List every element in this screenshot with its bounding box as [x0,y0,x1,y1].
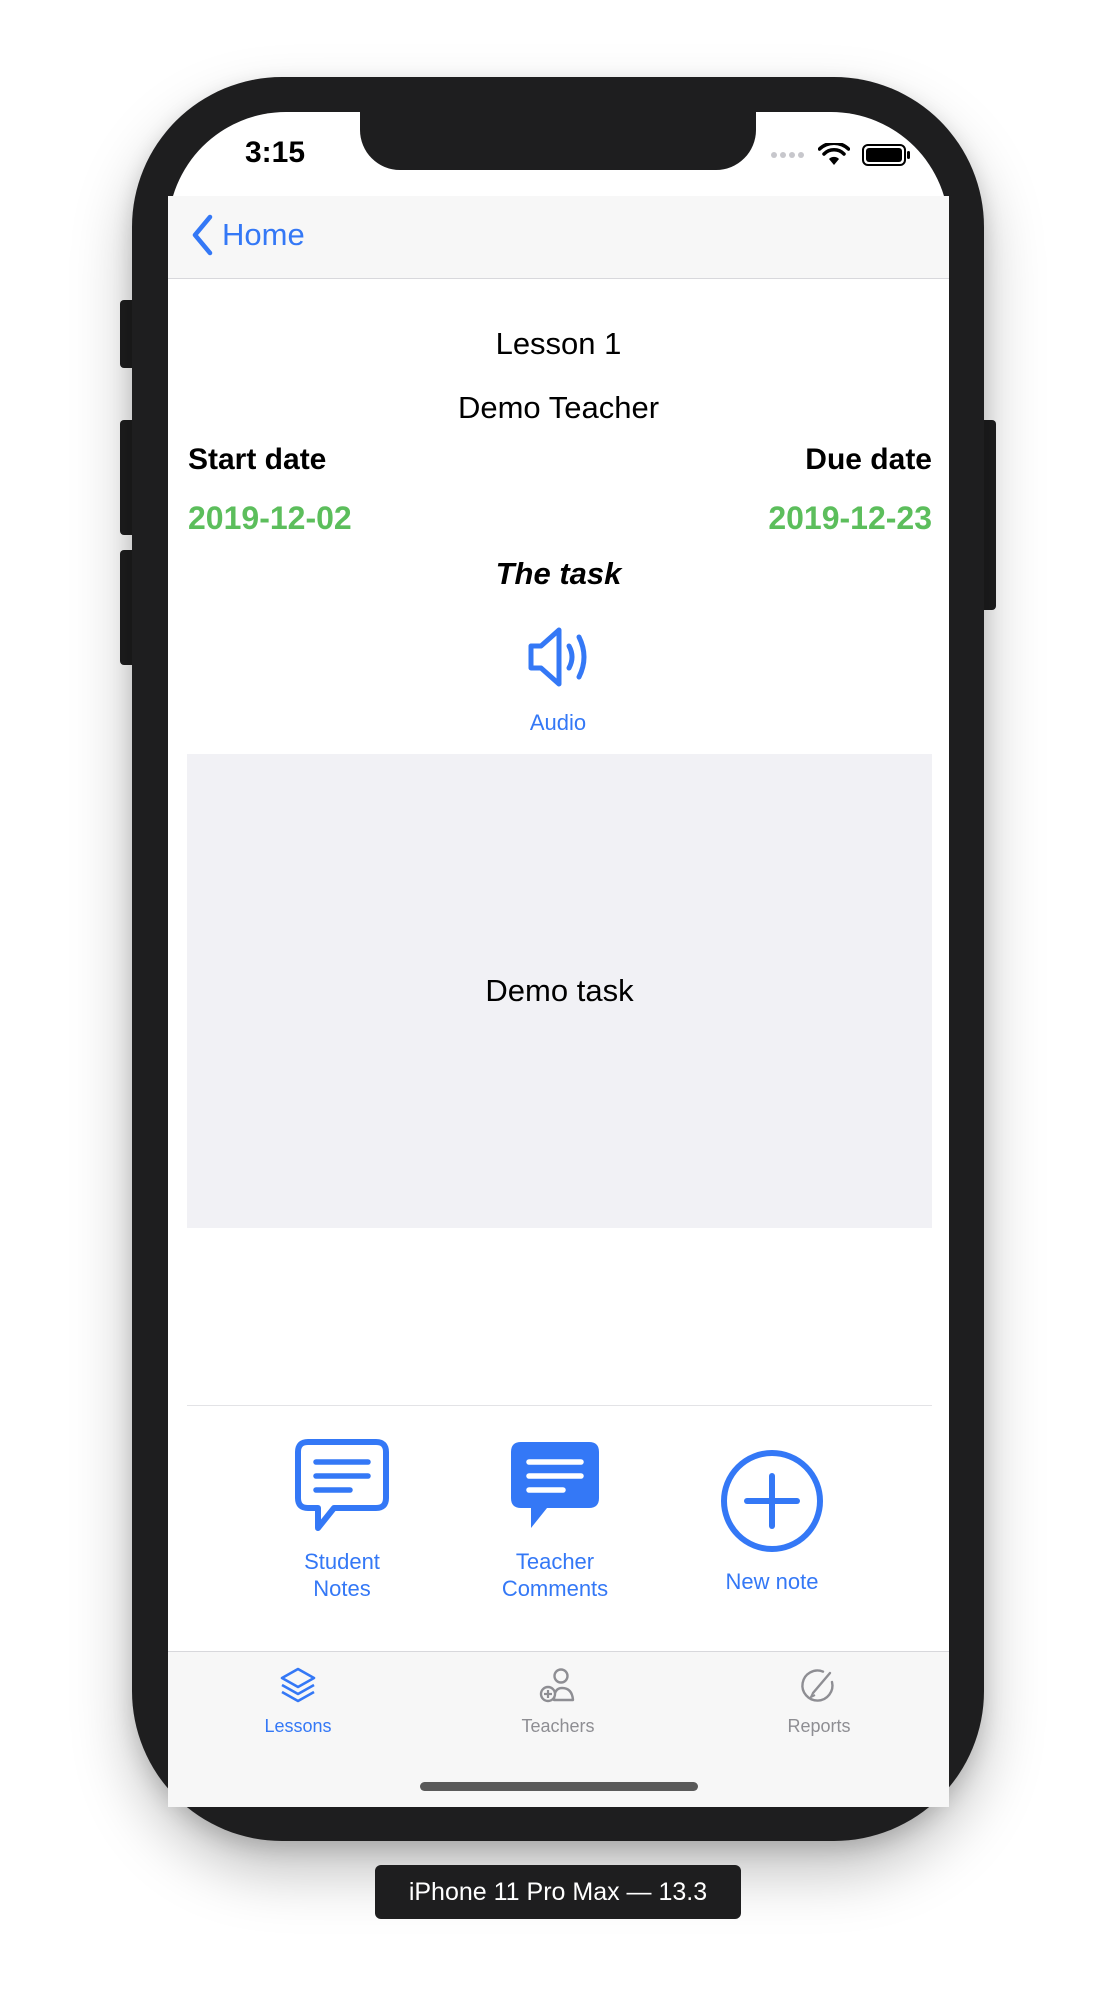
teacher-name: Demo Teacher [457,390,660,425]
reports-pen-circle-icon [801,1669,834,1702]
teacher-comments-label: Teacher Comments [501,1549,609,1601]
device-notch [360,112,756,170]
lesson-title: Lesson 1 [495,326,622,361]
simulator-stage: 3:15 Home Lesson 1 Demo Teacher Start da… [0,0,1116,1990]
new-note-label: New note [725,1569,819,1594]
status-icons [770,140,912,170]
person-add-icon [539,1668,575,1703]
actions-divider [187,1405,932,1406]
due-date-label: Due date [805,443,932,476]
task-content-box: Demo task [187,754,932,1228]
speech-bubble-outline-icon [295,1439,389,1531]
task-text: Demo task [485,973,634,1008]
chevron-left-icon [192,214,213,256]
speaker-icon [528,627,587,687]
teacher-comments-button[interactable]: Teacher Comments [480,1438,630,1602]
device-caption: iPhone 11 Pro Max — 13.3 [375,1865,741,1919]
tab-reports-label: Reports [787,1716,851,1736]
layers-icon [280,1667,316,1703]
plus-circle-icon [721,1450,823,1552]
tab-teachers[interactable]: Teachers [478,1666,638,1737]
back-button[interactable]: Home [190,214,305,256]
home-indicator[interactable] [420,1782,698,1791]
cellular-signal-icon [771,152,804,158]
start-date-value: 2019-12-02 [188,500,352,536]
tab-lessons[interactable]: Lessons [218,1666,378,1737]
student-notes-button[interactable]: Student Notes [267,1438,417,1602]
new-note-button[interactable]: New note [697,1448,847,1595]
speech-bubble-filled-icon [511,1442,599,1528]
navigation-bar: Home [168,196,949,279]
wifi-icon [818,143,850,165]
start-date-label: Start date [188,443,327,476]
tab-teachers-label: Teachers [521,1716,595,1736]
status-time: 3:15 [245,136,306,169]
audio-label[interactable]: Audio [468,710,648,736]
back-button-label: Home [222,217,305,252]
battery-icon [862,144,910,166]
tab-reports[interactable]: Reports [739,1666,899,1737]
task-heading: The task [495,556,622,591]
due-date-value: 2019-12-23 [768,500,932,536]
tab-lessons-label: Lessons [264,1716,332,1736]
student-notes-label: Student Notes [304,1549,380,1601]
